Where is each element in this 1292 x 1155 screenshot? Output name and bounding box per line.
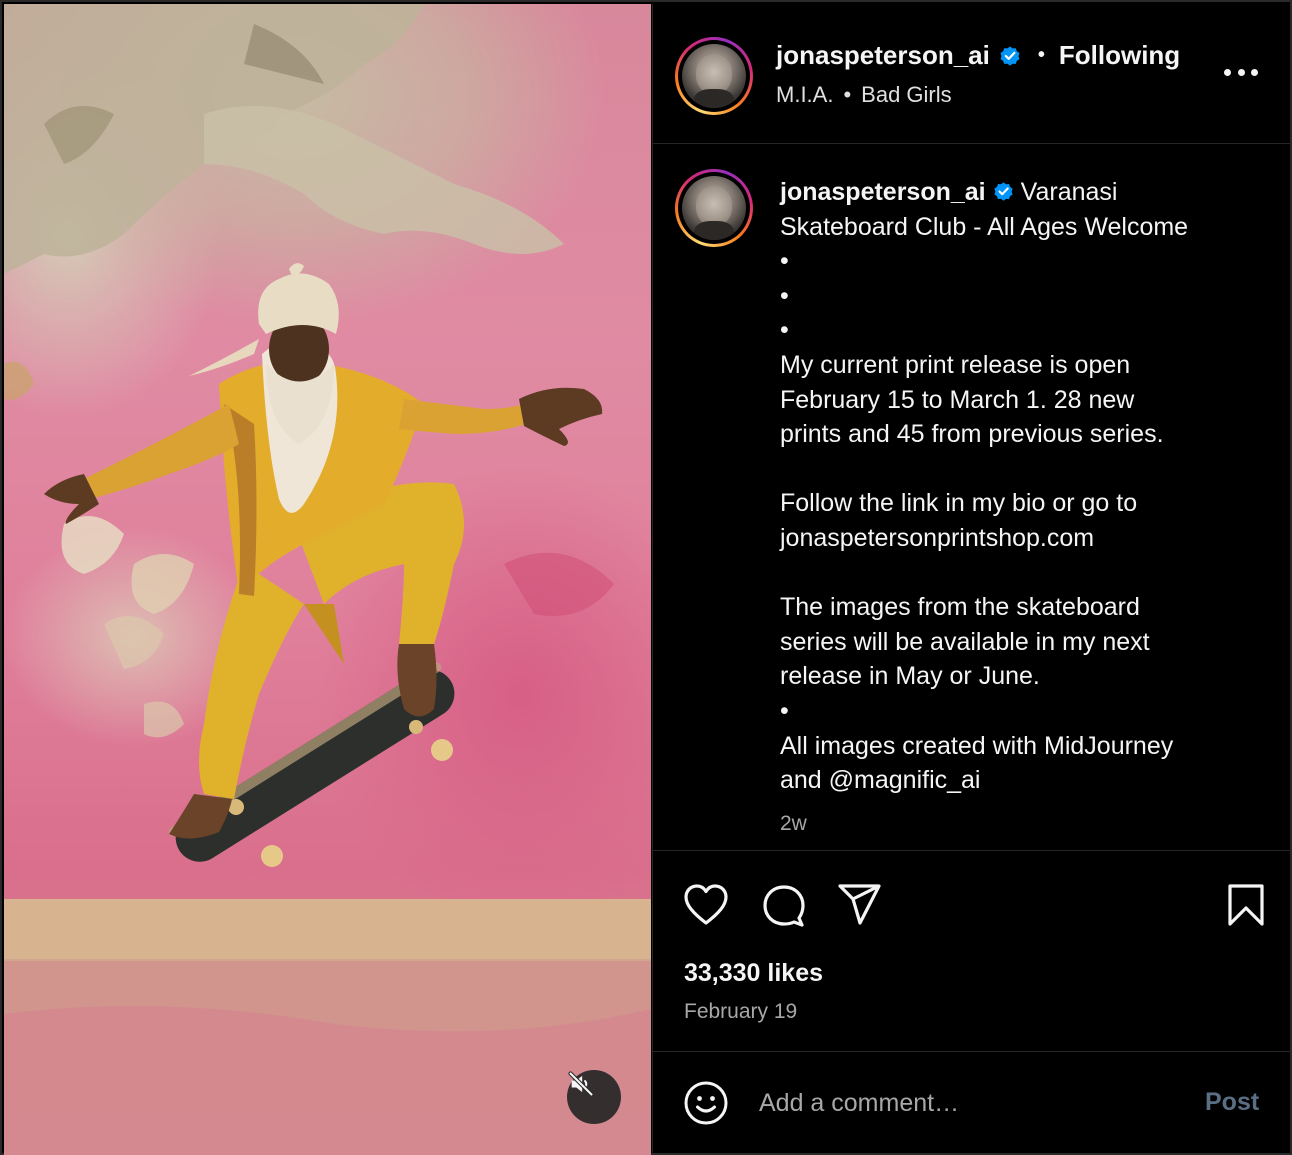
more-horizontal-icon xyxy=(1224,68,1231,76)
post-media[interactable] xyxy=(4,4,651,1155)
audio-attribution[interactable]: M.I.A. • Bad Girls xyxy=(776,82,952,108)
caption-line: • xyxy=(780,696,789,725)
audio-artist: M.I.A. xyxy=(776,82,834,107)
author-avatar[interactable] xyxy=(675,37,753,115)
audio-track: Bad Girls xyxy=(861,82,952,107)
caption-line: • xyxy=(780,281,789,310)
caption-section: jonaspeterson_ai Varanasi Skateboard Clu… xyxy=(653,145,1292,851)
caption-link[interactable]: jonaspetersonprintshop.com xyxy=(780,521,1260,556)
caption-first-line: jonaspeterson_ai Varanasi xyxy=(780,175,1260,210)
more-dot xyxy=(1251,68,1258,76)
caption-line: The images from the skateboard xyxy=(780,593,1140,622)
caption-line: Follow the link in my bio or go to xyxy=(780,489,1138,518)
caption-line: Varanasi xyxy=(1020,178,1118,206)
comment-input[interactable] xyxy=(759,1086,1179,1120)
caption-line: series will be available in my next xyxy=(780,627,1150,656)
caption-line: All images created with MidJourney xyxy=(780,731,1174,760)
heart-icon[interactable] xyxy=(683,883,729,927)
post-header: jonaspeterson_ai • Following M.I.A. • Bad … xyxy=(653,4,1292,144)
audio-separator: • xyxy=(843,82,852,107)
likes-count[interactable]: 33,330 likes xyxy=(684,959,823,988)
post-actions: 33,330 likes February 19 xyxy=(653,852,1292,1052)
caption-line xyxy=(780,556,1260,591)
header-separator: • xyxy=(1037,44,1045,66)
caption-line: Skateboard Club - All Ages Welcome xyxy=(780,212,1189,241)
share-icon[interactable] xyxy=(837,883,883,927)
caption-line xyxy=(780,452,1260,487)
verified-badge-icon xyxy=(994,182,1013,201)
more-options-button[interactable] xyxy=(1224,62,1258,82)
skateboarder-illustration xyxy=(4,4,651,1155)
caption-author-avatar[interactable] xyxy=(675,169,753,247)
author-row: jonaspeterson_ai • Following xyxy=(776,40,1180,71)
comment-icon[interactable] xyxy=(761,883,807,927)
caption-line: • xyxy=(780,247,789,276)
following-button[interactable]: Following xyxy=(1059,40,1180,71)
caption-line: • xyxy=(780,316,789,345)
comment-bar: Post xyxy=(653,1053,1292,1155)
caption-text: jonaspeterson_ai Varanasi Skateboard Clu… xyxy=(780,175,1260,798)
post-side-panel: jonaspeterson_ai • Following M.I.A. • Bad … xyxy=(652,4,1292,1155)
instagram-post: jonaspeterson_ai • Following M.I.A. • Bad … xyxy=(0,0,1292,1155)
speaker-muted-icon xyxy=(568,1071,594,1097)
more-dot xyxy=(1237,68,1245,76)
profile-photo xyxy=(682,176,746,240)
caption-timestamp[interactable]: 2w xyxy=(780,812,807,836)
caption-username[interactable]: jonaspeterson_ai xyxy=(780,178,986,206)
caption-line: prints and 45 from previous series. xyxy=(780,420,1164,449)
verified-badge-icon xyxy=(1000,46,1020,66)
caption-line: February 15 to March 1. 28 new xyxy=(780,385,1135,414)
profile-photo xyxy=(682,44,746,108)
caption-line: My current print release is open xyxy=(780,350,1131,379)
post-comment-button[interactable]: Post xyxy=(1205,1088,1259,1117)
emoji-icon[interactable] xyxy=(683,1080,729,1126)
bookmark-icon[interactable] xyxy=(1227,883,1265,927)
author-username[interactable]: jonaspeterson_ai xyxy=(776,40,990,71)
caption-line: release in May or June. xyxy=(780,662,1040,691)
mute-toggle-button[interactable] xyxy=(567,1070,621,1124)
caption-mention-line[interactable]: and @magnific_ai xyxy=(780,763,1260,798)
post-date[interactable]: February 19 xyxy=(684,1000,797,1024)
